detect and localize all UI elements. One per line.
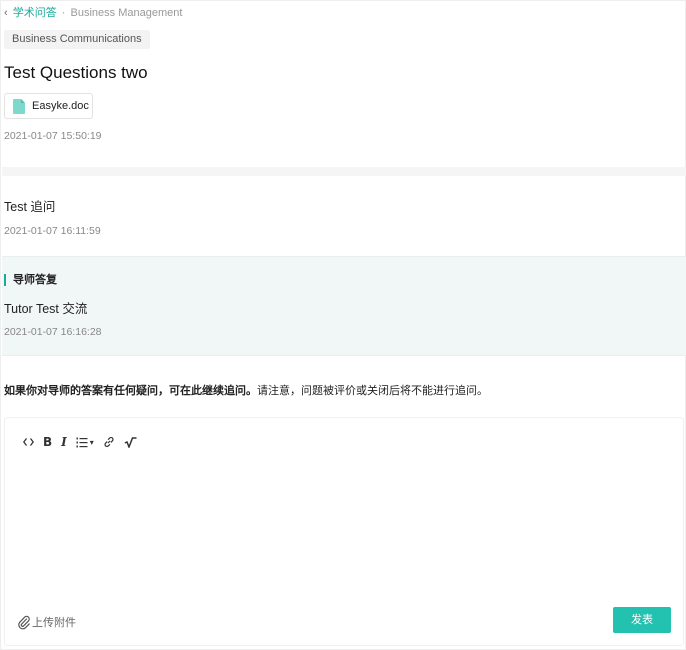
- paperclip-icon: [18, 615, 30, 629]
- subject-tag: Business Communications: [4, 30, 150, 49]
- back-arrow-icon[interactable]: ‹: [4, 7, 8, 19]
- breadcrumb-current: Business Management: [70, 7, 183, 19]
- tutor-reply-text: Tutor Test 交流: [4, 302, 88, 316]
- submit-button[interactable]: 发表: [613, 607, 671, 633]
- attachment-filename: Easyke.doc: [32, 100, 89, 112]
- italic-icon[interactable]: I: [61, 434, 67, 450]
- editor-toolbar: B I ▾: [23, 434, 146, 450]
- tutor-reply-timestamp: 2021-01-07 16:16:28: [4, 326, 102, 338]
- qa-detail-page: ‹ 学术问答 · Business Management Business Co…: [0, 0, 686, 650]
- code-icon[interactable]: [23, 434, 34, 450]
- chevron-down-icon: ▾: [89, 437, 94, 447]
- reply-editor: B I ▾ 上传附件 发表: [4, 417, 684, 646]
- file-doc-icon: [13, 98, 25, 114]
- question-timestamp: 2021-01-07 15:50:19: [4, 130, 102, 142]
- breadcrumb-separator: ·: [61, 7, 66, 19]
- breadcrumb: ‹ 学术问答 · Business Management: [4, 4, 182, 20]
- reply-text-area[interactable]: [23, 462, 663, 602]
- list-icon[interactable]: ▾: [76, 434, 94, 450]
- formula-icon[interactable]: [124, 434, 137, 450]
- question-title: Test Questions two: [4, 63, 148, 82]
- tutor-reply-block: 导师答复 Tutor Test 交流: [2, 256, 686, 356]
- tutor-reply-label: 导师答复: [4, 274, 57, 286]
- upload-attachment-label: 上传附件: [32, 617, 76, 629]
- bold-icon[interactable]: B: [43, 434, 52, 450]
- followup-text: Test 追问: [4, 200, 56, 214]
- upload-attachment-button[interactable]: 上传附件: [17, 614, 76, 630]
- breadcrumb-parent-link[interactable]: 学术问答: [13, 7, 57, 19]
- attachment-chip[interactable]: Easyke.doc: [4, 93, 93, 119]
- notice-bold: 如果你对导师的答案有任何疑问，可在此继续追问。: [4, 385, 257, 397]
- followup-timestamp: 2021-01-07 16:11:59: [4, 225, 101, 237]
- followup-notice: 如果你对导师的答案有任何疑问，可在此继续追问。请注意，问题被评价或关闭后将不能进…: [4, 382, 488, 398]
- notice-normal: 请注意，问题被评价或关闭后将不能进行追问。: [257, 385, 488, 397]
- link-icon[interactable]: [103, 434, 115, 450]
- section-divider: [2, 167, 686, 176]
